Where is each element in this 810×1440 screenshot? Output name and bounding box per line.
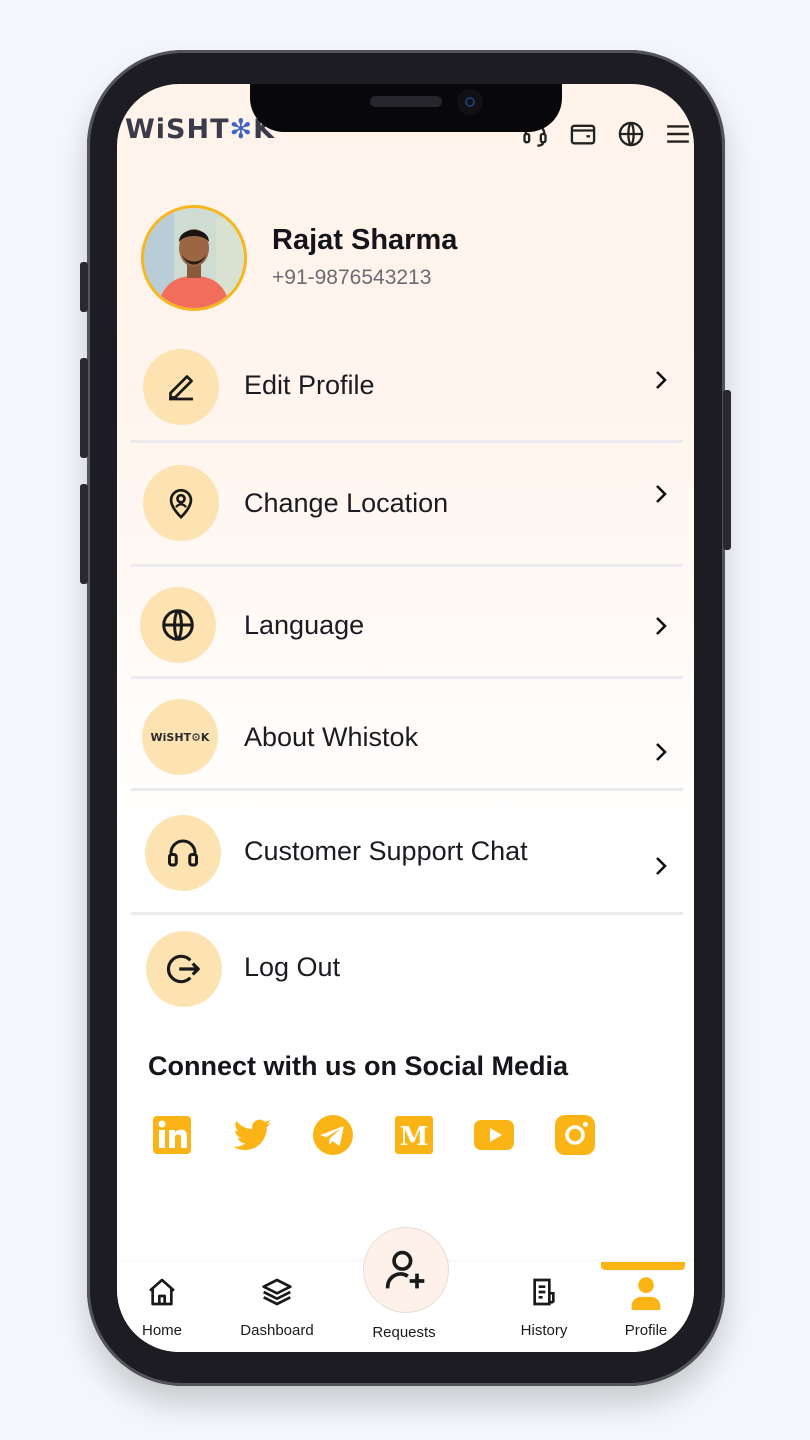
menu-item-label: Language: [244, 610, 365, 640]
menu-item-customer-support[interactable]: Customer Support Chat: [131, 814, 683, 896]
tab-label: Dashboard: [240, 1322, 314, 1339]
menu-icon[interactable]: [665, 120, 691, 148]
chevron-right-icon: [656, 485, 667, 503]
menu-item-label: Change Location: [244, 488, 449, 518]
profile-name: Rajat Sharma: [272, 224, 458, 256]
language-icon-circle: [140, 587, 216, 663]
tab-label: Profile: [624, 1322, 668, 1339]
twitter-icon[interactable]: [231, 1114, 273, 1156]
volume-down-button: [80, 484, 88, 584]
logout-icon: [166, 954, 200, 984]
divider: [131, 676, 683, 679]
svg-text:M: M: [400, 1122, 429, 1152]
logout-icon-circle: [146, 931, 222, 1007]
medium-icon[interactable]: M: [393, 1114, 435, 1156]
youtube-icon[interactable]: [473, 1114, 515, 1156]
front-camera: [457, 89, 483, 115]
tab-dashboard[interactable]: Dashboard: [227, 1262, 327, 1352]
whistok-icon-circle: WiSHT⚙K: [142, 699, 218, 775]
silent-switch: [80, 262, 88, 312]
volume-up-button: [80, 358, 88, 458]
pencil-icon-circle: [143, 349, 219, 425]
menu-item-about-whistok[interactable]: WiSHT⚙K About Whistok: [131, 698, 683, 780]
app-screen: WiSHT✻K Rajat Sharma +91-9876543213 Edit…: [117, 84, 694, 1352]
chevron-right-icon: [656, 371, 667, 389]
divider: [131, 440, 683, 443]
linkedin-icon[interactable]: [151, 1114, 193, 1156]
avatar[interactable]: [141, 205, 247, 311]
globe-icon[interactable]: [617, 120, 645, 148]
instagram-icon[interactable]: [554, 1114, 596, 1156]
divider: [131, 788, 683, 791]
receipt-icon: [533, 1278, 555, 1306]
whistok-logo-icon: WiSHT⚙K: [150, 730, 210, 744]
social-title: Connect with us on Social Media: [148, 1051, 569, 1081]
tab-profile[interactable]: Profile: [601, 1262, 691, 1352]
headset-icon: [168, 839, 198, 867]
menu-item-label: Customer Support Chat: [244, 836, 528, 866]
menu-item-edit-profile[interactable]: Edit Profile: [131, 348, 683, 438]
wallet-icon[interactable]: [569, 120, 597, 148]
menu-item-label: Edit Profile: [244, 370, 375, 400]
profile-phone: +91-9876543213: [272, 266, 432, 289]
menu-item-language[interactable]: Language: [131, 586, 683, 668]
app-logo: WiSHT✻K: [125, 114, 276, 145]
chevron-right-icon: [656, 857, 667, 875]
tab-history[interactable]: History: [494, 1262, 594, 1352]
speaker-grille: [370, 96, 442, 107]
divider: [131, 912, 683, 915]
tab-home[interactable]: Home: [117, 1262, 207, 1352]
tab-label: Home: [141, 1322, 182, 1339]
active-tab-indicator: [601, 1262, 685, 1270]
menu-item-label: Log Out: [244, 952, 341, 982]
tab-label: History: [520, 1322, 568, 1339]
menu-item-change-location[interactable]: Change Location: [131, 464, 683, 554]
tab-label: Requests: [372, 1324, 436, 1341]
pencil-icon: [169, 375, 193, 401]
add-user-icon: [385, 1250, 425, 1289]
telegram-icon[interactable]: [312, 1114, 354, 1156]
divider: [131, 564, 683, 567]
power-button: [723, 390, 731, 550]
globe-icon: [162, 609, 194, 641]
layers-icon: [262, 1278, 292, 1306]
requests-button[interactable]: [363, 1227, 449, 1313]
menu-item-log-out[interactable]: Log Out: [131, 930, 683, 1012]
home-icon: [149, 1278, 175, 1306]
menu-item-label: About Whistok: [244, 722, 419, 752]
location-icon-circle: [143, 465, 219, 541]
support-icon-circle: [145, 815, 221, 891]
chevron-right-icon: [656, 617, 667, 635]
chevron-right-icon: [656, 743, 667, 761]
location-pin-icon: [169, 488, 193, 520]
user-icon: [631, 1277, 661, 1310]
notch: [250, 84, 562, 132]
